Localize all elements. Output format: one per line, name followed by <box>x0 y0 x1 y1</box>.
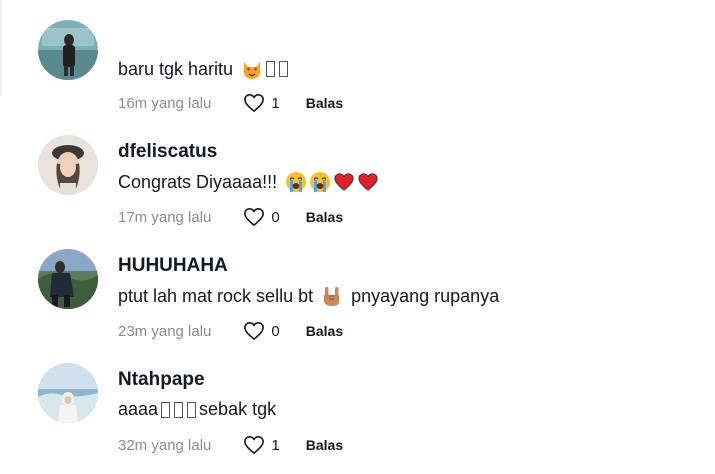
comment-text-body: Congrats Diyaaaa!!! <box>118 171 278 192</box>
like-button[interactable]: 0 <box>243 321 280 341</box>
like-button[interactable]: 1 <box>243 93 280 113</box>
comment-text-body: ptut lah mat rock sellu bt <box>118 285 314 306</box>
heart-outline-icon <box>244 94 265 112</box>
comment-text: aaaa sebak tgk <box>118 399 276 420</box>
like-button[interactable]: 0 <box>243 207 280 227</box>
red-heart-emoji <box>357 171 379 193</box>
comment-meta: 16m yang lalu 1 Balas <box>118 93 343 113</box>
like-button[interactable]: 1 <box>243 435 280 455</box>
reply-button[interactable]: Balas <box>306 95 343 111</box>
unrendered-glyph <box>161 401 171 418</box>
avatar[interactable] <box>38 135 98 195</box>
scroll-edge <box>0 0 2 96</box>
heart-outline-icon <box>244 322 265 340</box>
comment-text-body: aaaa <box>118 399 159 419</box>
heart-eyes-cat-emoji <box>241 58 263 80</box>
like-count: 1 <box>271 436 280 454</box>
crying-face-emoji <box>285 171 307 193</box>
comment-time: 17m yang lalu <box>118 208 212 226</box>
reply-button[interactable]: Balas <box>306 209 343 225</box>
comment-item: Ntahpape aaaa sebak tgk 32m yang lalu 1 … <box>38 363 678 473</box>
unrendered-glyph <box>279 61 289 77</box>
heart-outline-icon <box>244 208 265 226</box>
red-heart-emoji <box>333 171 355 193</box>
unrendered-glyph <box>266 61 276 77</box>
avatar[interactable] <box>38 363 98 423</box>
like-count: 0 <box>271 208 280 226</box>
like-count: 1 <box>271 94 280 112</box>
comment-username[interactable]: dfeliscatus <box>118 141 217 163</box>
comment-username[interactable]: HUHUHAHA <box>118 255 228 277</box>
comment-text-body-2: pnyayang rupanya <box>351 285 500 306</box>
comment-meta: 32m yang lalu 1 Balas <box>118 435 343 455</box>
comment-text-body-2: sebak tgk <box>199 399 277 419</box>
heart-outline-icon <box>244 436 265 454</box>
reply-button[interactable]: Balas <box>306 323 343 339</box>
comment-text: baru tgk haritu <box>118 58 289 80</box>
comment-time: 16m yang lalu <box>118 94 212 112</box>
comment-item: HUHUHAHA ptut lah mat rock sellu bt pnya… <box>38 249 678 359</box>
comment-item: baru tgk haritu 16m yang lalu 1 Balas <box>38 20 678 130</box>
comment-meta: 17m yang lalu 0 Balas <box>118 207 343 227</box>
comment-text: Congrats Diyaaaa!!! <box>118 171 379 193</box>
comment-time: 32m yang lalu <box>118 436 212 454</box>
unrendered-glyph <box>187 401 197 418</box>
comment-username[interactable]: Ntahpape <box>118 369 205 391</box>
comment-time: 23m yang lalu <box>118 322 212 340</box>
unrendered-glyph <box>174 401 184 418</box>
comment-text-body: baru tgk haritu <box>118 58 234 79</box>
comment-text: ptut lah mat rock sellu bt pnyayang rupa… <box>118 285 499 307</box>
avatar[interactable] <box>38 249 98 309</box>
like-count: 0 <box>271 322 280 340</box>
comment-meta: 23m yang lalu 0 Balas <box>118 321 343 341</box>
crying-face-emoji <box>309 171 331 193</box>
comment-item: dfeliscatus Congrats Diyaaaa!!! 17m yang… <box>38 135 678 245</box>
rock-on-hand-emoji <box>321 285 343 307</box>
reply-button[interactable]: Balas <box>306 437 343 453</box>
avatar[interactable] <box>38 20 98 80</box>
